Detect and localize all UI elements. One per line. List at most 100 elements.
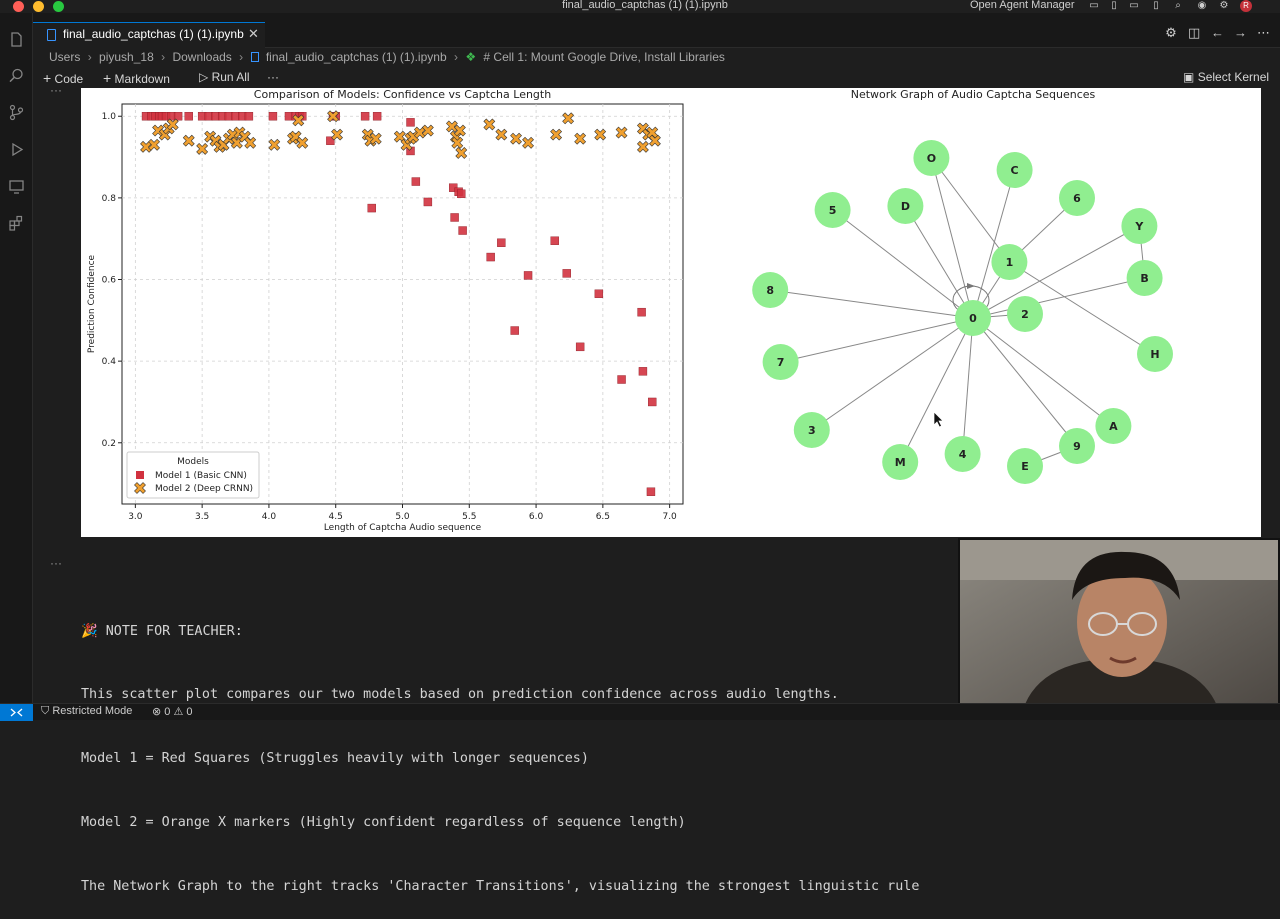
split-editor-icon[interactable]: ◫ xyxy=(1188,26,1200,39)
network-node-label: 5 xyxy=(829,204,837,217)
y-tick-label: 1.0 xyxy=(102,112,117,122)
model1-point xyxy=(184,112,193,121)
panel-toggle-icon[interactable]: ▯ xyxy=(1108,0,1120,12)
cell-output-menu[interactable]: ··· xyxy=(50,83,62,97)
x-axis-label: Length of Captcha Audio sequence xyxy=(324,523,482,533)
problems-button[interactable]: ⊗ 0 ⚠ 0 xyxy=(152,705,193,718)
arrow-right-icon[interactable]: → xyxy=(1234,26,1247,39)
remote-explorer-icon[interactable] xyxy=(8,178,25,195)
chrome-icon[interactable]: ◉ xyxy=(1196,0,1208,12)
add-markdown-cell-button[interactable]: + Markdown xyxy=(103,70,170,86)
model1-point xyxy=(360,112,370,121)
activity-bar xyxy=(0,13,33,703)
network-graph: Network Graph of Audio Captcha Sequences… xyxy=(752,88,1173,484)
breadcrumb-user[interactable]: piyush_18 xyxy=(99,50,154,64)
network-node-label: 9 xyxy=(1073,440,1081,453)
source-control-icon[interactable] xyxy=(8,104,25,121)
network-edge xyxy=(904,205,974,319)
settings-icon[interactable]: ⚙ xyxy=(1165,26,1177,39)
note-output: 🎉 NOTE FOR TEACHER: This scatter plot co… xyxy=(81,578,919,919)
network-edge xyxy=(962,317,974,455)
network-node-label: E xyxy=(1021,460,1029,473)
model1-point xyxy=(450,213,459,222)
breadcrumb: Users › piyush_18 › Downloads › final_au… xyxy=(49,50,729,66)
cell-output: 3.0 3.5 4.0 4.5 5.0 5.5 6.0 6.5 7.0 0.2 0.4 0.6 0.8 1… xyxy=(81,88,1261,537)
account-avatar[interactable]: R xyxy=(1240,0,1252,12)
gear-icon[interactable]: ⚙ xyxy=(1218,0,1230,12)
x-tick-label: 4.5 xyxy=(329,512,343,522)
breadcrumb-separator: › xyxy=(161,50,166,64)
note-line: 🎉 NOTE FOR TEACHER: xyxy=(81,623,243,639)
close-icon[interactable]: ✕ xyxy=(248,26,259,42)
open-agent-manager-button[interactable]: Open Agent Manager xyxy=(970,0,1075,11)
breadcrumb-cell[interactable]: # Cell 1: Mount Google Drive, Install Li… xyxy=(483,50,724,64)
cell-output-menu[interactable]: ··· xyxy=(50,556,62,570)
output-figure: 3.0 3.5 4.0 4.5 5.0 5.5 6.0 6.5 7.0 0.2 0.4 0.6 0.8 1… xyxy=(87,88,1173,533)
more-actions-icon[interactable]: ⋯ xyxy=(1257,26,1270,39)
model1-point xyxy=(617,375,626,384)
restricted-mode-button[interactable]: ⛉ Restricted Mode xyxy=(41,705,132,718)
self-loop-arrow xyxy=(967,283,975,289)
select-kernel-label: Select Kernel xyxy=(1197,70,1270,84)
note-line: Model 2 = Orange X markers (Highly confi… xyxy=(81,815,686,831)
model1-point xyxy=(457,189,466,198)
model1-point xyxy=(423,197,433,207)
play-icon: ▷ xyxy=(199,70,209,84)
network-node-label: 8 xyxy=(766,284,774,297)
scatter-chart: 3.0 3.5 4.0 4.5 5.0 5.5 6.0 6.5 7.0 0.2 0.4 0.6 0.8 1… xyxy=(87,88,684,533)
toolbar-more-button[interactable]: ··· xyxy=(267,70,279,84)
shield-icon: ⛉ xyxy=(41,705,50,717)
network-edge xyxy=(972,169,1016,319)
network-edge xyxy=(930,157,974,319)
warning-icon: ⚠ xyxy=(173,706,184,718)
model1-point xyxy=(562,269,571,278)
note-line: Model 1 = Red Squares (Struggles heavily… xyxy=(81,751,589,767)
layout-icon[interactable]: ▭ xyxy=(1088,0,1100,12)
x-tick-label: 5.0 xyxy=(395,512,410,522)
search-icon[interactable]: ⌕ xyxy=(1172,0,1184,12)
arrow-left-icon[interactable]: ← xyxy=(1211,26,1224,39)
breadcrumb-file[interactable]: final_audio_captchas (1) (1).ipynb xyxy=(266,50,447,64)
breadcrumb-users[interactable]: Users xyxy=(49,50,80,64)
explorer-icon[interactable] xyxy=(8,31,25,48)
network-node-label: A xyxy=(1109,420,1118,433)
y-tick-label: 0.8 xyxy=(102,194,117,204)
network-edge xyxy=(780,317,974,363)
run-debug-icon[interactable] xyxy=(8,141,25,158)
network-edge xyxy=(972,277,1145,319)
sidebar-toggle-icon[interactable]: ▭ xyxy=(1128,0,1140,12)
note-line: The Network Graph to the right tracks 'C… xyxy=(81,879,920,895)
search-icon[interactable] xyxy=(8,67,25,84)
secondary-sidebar-icon[interactable]: ▯ xyxy=(1150,0,1162,12)
remote-icon xyxy=(10,708,23,717)
x-tick-label: 7.0 xyxy=(662,512,677,522)
kernel-icon: ▣ xyxy=(1183,70,1195,84)
model1-point xyxy=(406,118,415,127)
notebook-file-icon xyxy=(250,52,259,62)
restricted-mode-label: Restricted Mode xyxy=(52,705,133,717)
notebook-toolbar: + Code + Markdown ▷ Run All ··· ▣ Select… xyxy=(33,68,1280,88)
tab-label: final_audio_captchas (1) (1).ipynb xyxy=(63,27,244,41)
tab-notebook[interactable]: final_audio_captchas (1) (1).ipynb ✕ xyxy=(33,22,265,48)
y-tick-label: 0.2 xyxy=(102,439,116,449)
model1-point xyxy=(575,342,585,352)
extensions-icon[interactable] xyxy=(8,215,25,232)
error-icon: ⊗ xyxy=(152,706,162,718)
model1-point xyxy=(268,112,278,121)
run-all-button[interactable]: ▷ Run All xyxy=(199,70,250,84)
network-node-label: O xyxy=(927,152,936,165)
remote-indicator-button[interactable] xyxy=(0,704,33,721)
mouse-cursor-icon xyxy=(933,411,944,428)
select-kernel-button[interactable]: ▣ Select Kernel xyxy=(1183,70,1269,84)
model1-point xyxy=(648,397,657,407)
model1-point xyxy=(523,271,533,280)
x-tick-label: 5.5 xyxy=(462,512,476,522)
model1-point xyxy=(411,177,421,186)
y-tick-label: 0.4 xyxy=(102,357,117,367)
breadcrumb-downloads[interactable]: Downloads xyxy=(172,50,231,64)
model1-point xyxy=(244,112,254,121)
title-bar: final_audio_captchas (1) (1).ipynb Open … xyxy=(0,0,1280,13)
plus-icon: + xyxy=(103,70,112,86)
legend-marker-model1 xyxy=(136,471,144,479)
model1-point xyxy=(367,203,376,213)
